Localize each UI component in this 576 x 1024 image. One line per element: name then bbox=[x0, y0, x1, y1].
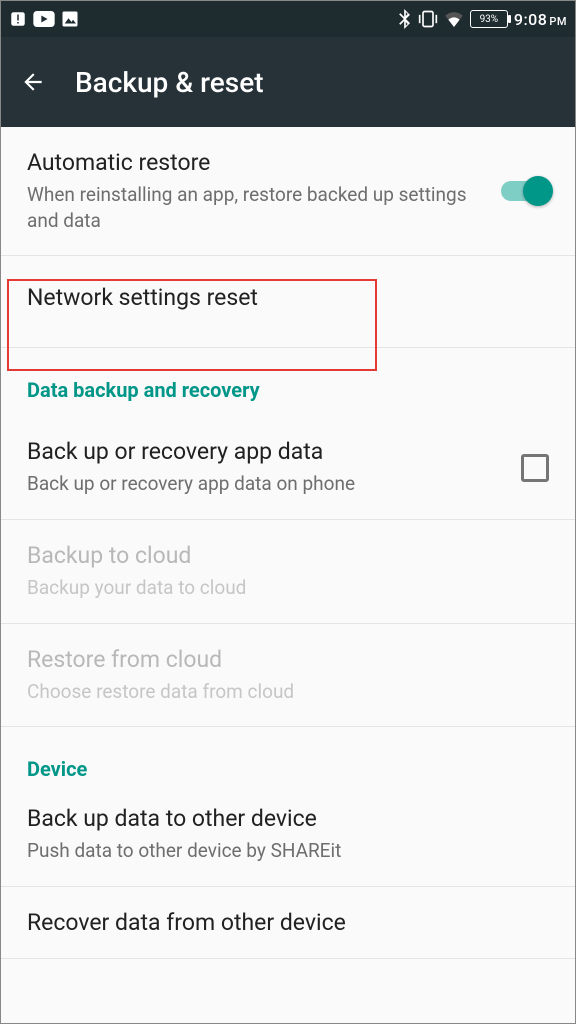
item-subtitle: Back up or recovery app data on phone bbox=[27, 471, 509, 497]
backup-app-data-checkbox[interactable] bbox=[521, 454, 549, 482]
backup-to-cloud-item: Backup to cloud Backup your data to clou… bbox=[1, 520, 575, 624]
app-bar: Backup & reset bbox=[1, 37, 575, 127]
item-title: Recover data from other device bbox=[27, 909, 549, 936]
battery-icon: 93% bbox=[470, 10, 508, 28]
item-subtitle: Push data to other device by SHAREit bbox=[27, 838, 549, 864]
item-title: Automatic restore bbox=[27, 149, 489, 176]
vibrate-icon bbox=[418, 10, 438, 28]
automatic-restore-item[interactable]: Automatic restore When reinstalling an a… bbox=[1, 127, 575, 256]
youtube-icon bbox=[33, 11, 55, 27]
notification-alert-icon bbox=[9, 10, 27, 28]
item-subtitle: Choose restore data from cloud bbox=[27, 679, 549, 705]
item-title: Back up data to other device bbox=[27, 805, 549, 832]
item-subtitle: Backup your data to cloud bbox=[27, 575, 549, 601]
clock: 9:08PM bbox=[514, 10, 567, 29]
restore-from-cloud-item: Restore from cloud Choose restore data f… bbox=[1, 624, 575, 728]
clock-ampm: PM bbox=[549, 15, 567, 28]
backup-to-other-device-item[interactable]: Back up data to other device Push data t… bbox=[1, 795, 575, 887]
item-title: Backup to cloud bbox=[27, 542, 549, 569]
status-bar: 93% 9:08PM bbox=[1, 1, 575, 37]
settings-list: Automatic restore When reinstalling an a… bbox=[1, 127, 575, 959]
wifi-icon bbox=[444, 11, 464, 27]
item-title: Restore from cloud bbox=[27, 646, 549, 673]
back-arrow-icon[interactable] bbox=[19, 68, 47, 96]
item-title: Back up or recovery app data bbox=[27, 438, 509, 465]
automatic-restore-toggle[interactable] bbox=[501, 181, 549, 201]
section-data-backup-recovery: Data backup and recovery bbox=[1, 348, 575, 416]
network-settings-reset-item[interactable]: Network settings reset bbox=[1, 256, 575, 348]
item-title: Network settings reset bbox=[27, 284, 549, 311]
recover-from-other-device-item[interactable]: Recover data from other device bbox=[1, 887, 575, 959]
image-icon bbox=[61, 10, 79, 28]
clock-time: 9:08 bbox=[514, 10, 548, 29]
section-device: Device bbox=[1, 727, 575, 795]
backup-recovery-app-data-item[interactable]: Back up or recovery app data Back up or … bbox=[1, 416, 575, 520]
page-title: Backup & reset bbox=[75, 66, 264, 99]
battery-percent: 93% bbox=[480, 14, 499, 25]
bluetooth-icon bbox=[398, 9, 412, 29]
item-subtitle: When reinstalling an app, restore backed… bbox=[27, 182, 489, 233]
